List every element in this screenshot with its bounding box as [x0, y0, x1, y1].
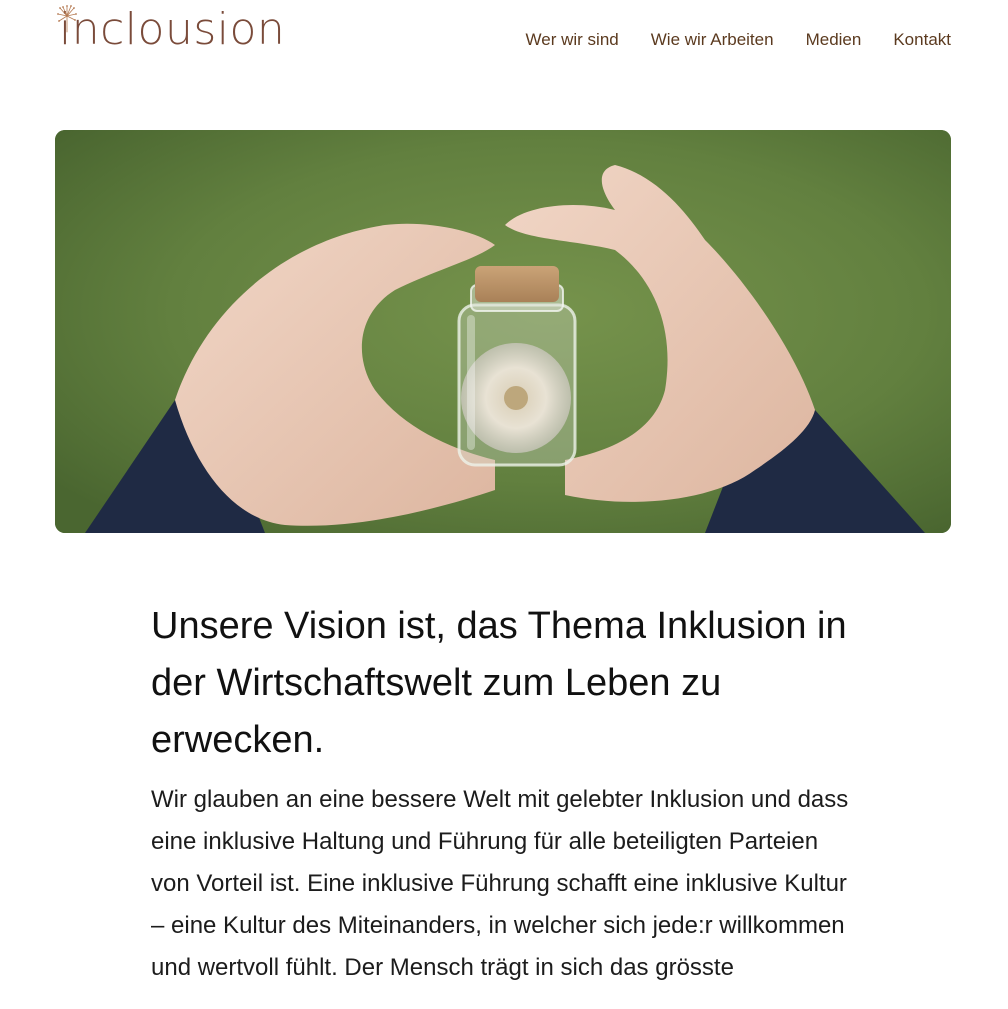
hands-holding-jar-with-dandelion-image	[55, 130, 951, 533]
nav-item-wer-wir-sind[interactable]: Wer wir sind	[526, 30, 619, 50]
main-content: Unsere Vision ist, das Thema Inklusion i…	[151, 598, 863, 989]
main-nav: Wer wir sind Wie wir Arbeiten Medien Kon…	[526, 30, 951, 50]
nav-item-kontakt[interactable]: Kontakt	[893, 30, 951, 50]
logo-text-value: inclousion	[59, 4, 286, 55]
logo-link[interactable]: inclousion	[55, 4, 285, 52]
nav-item-wie-wir-arbeiten[interactable]: Wie wir Arbeiten	[651, 30, 774, 50]
logo-text: inclousion	[55, 8, 285, 52]
dandelion-icon	[57, 5, 77, 33]
vision-paragraph: Wir glauben an eine bessere Welt mit gel…	[151, 786, 849, 981]
vision-headline: Unsere Vision ist, das Thema Inklusion i…	[151, 605, 847, 761]
site-header: inclousion Wer wir sind Wie wir Arbeiten…	[0, 0, 1008, 80]
hero-image	[55, 130, 951, 533]
page: inclousion Wer wir sind Wie wir Arbeiten…	[0, 0, 1008, 1009]
nav-item-medien[interactable]: Medien	[806, 30, 862, 50]
